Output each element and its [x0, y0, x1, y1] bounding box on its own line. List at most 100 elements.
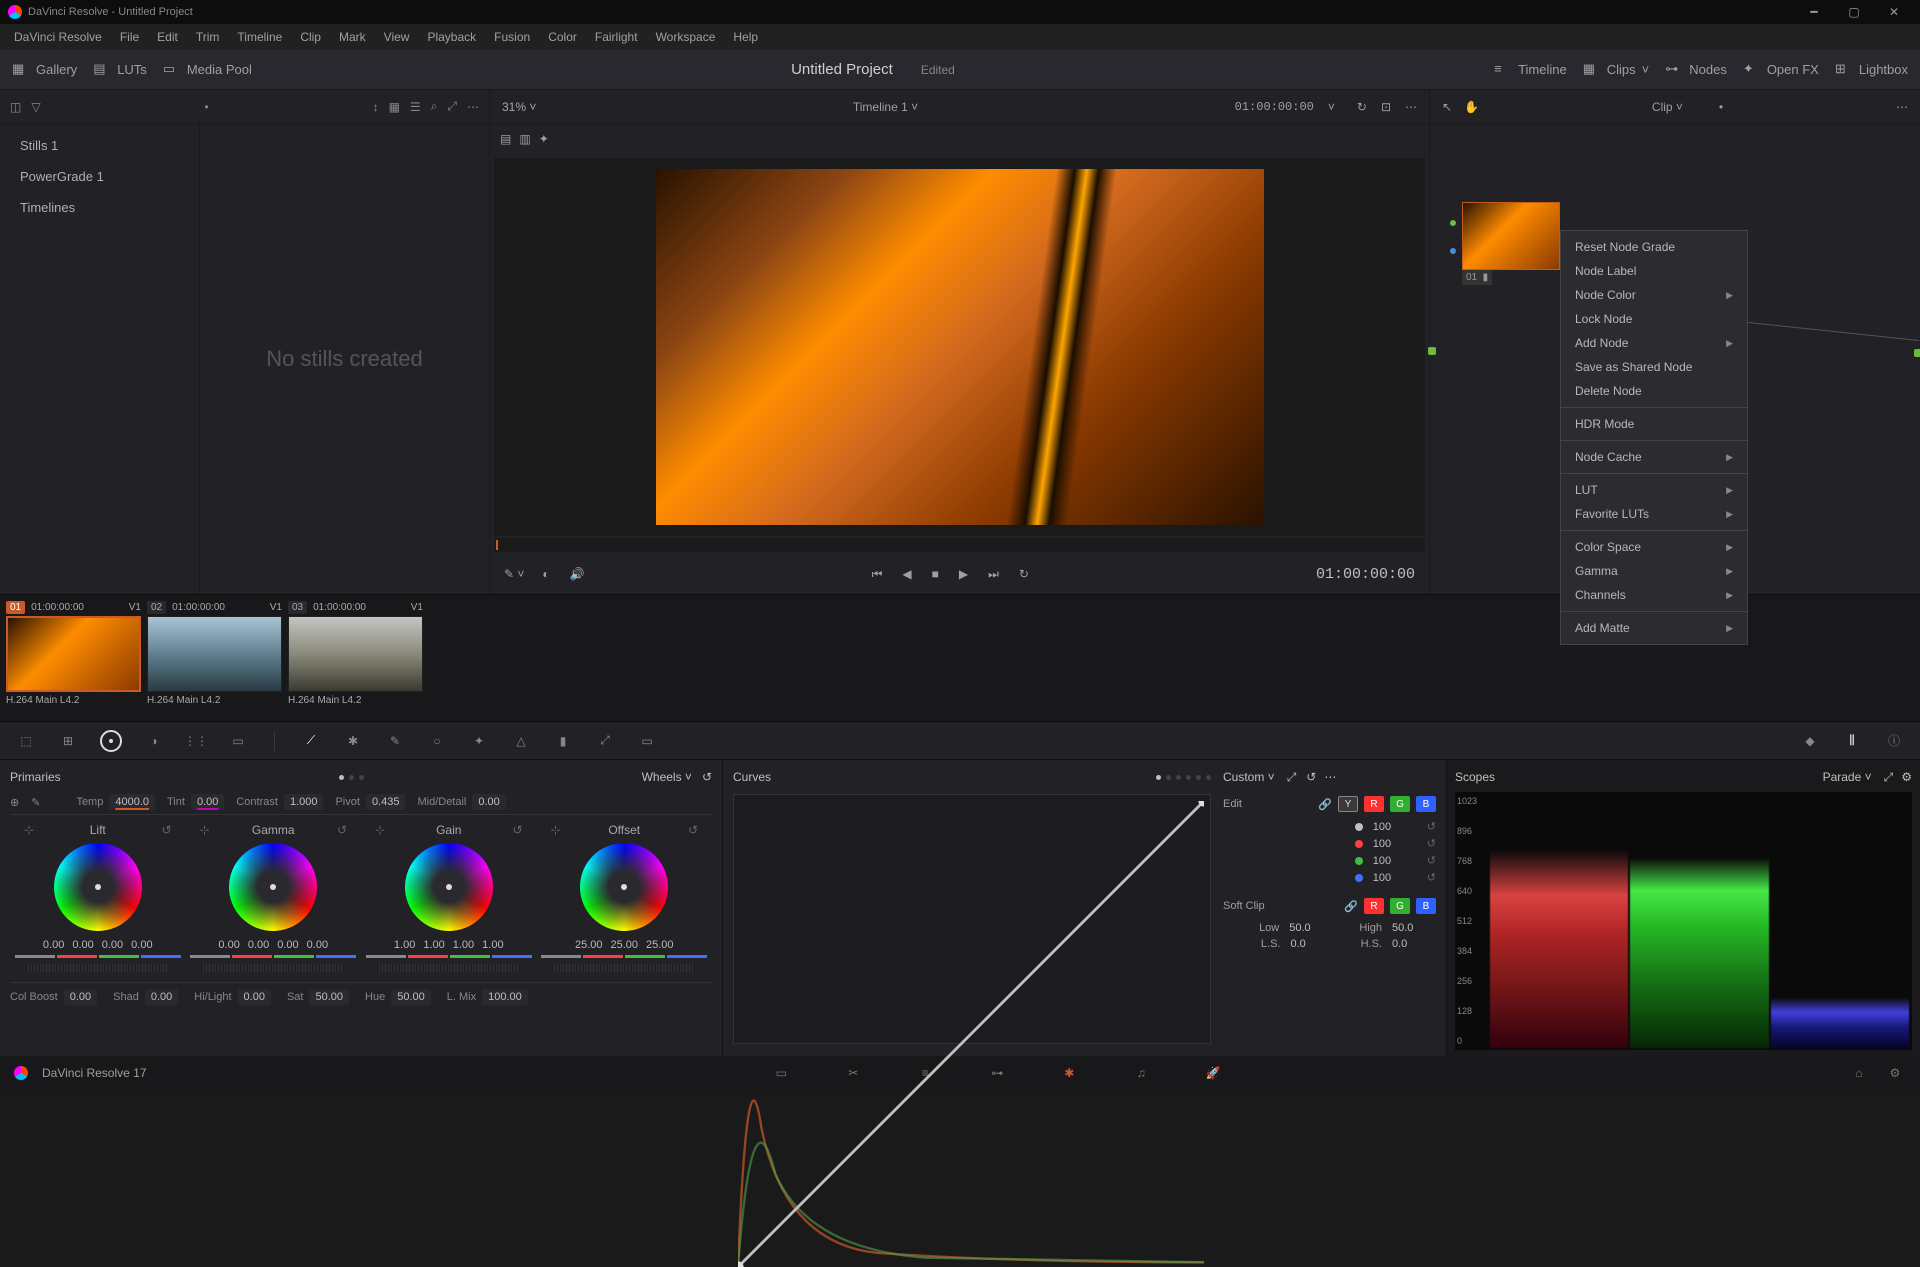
ctx-save-as-shared-node[interactable]: Save as Shared Node	[1561, 355, 1747, 379]
lmix-value[interactable]: 100.00	[482, 989, 528, 1005]
lift-picker-icon[interactable]: ⊹	[24, 823, 34, 837]
curves-more-icon[interactable]: ⋯	[1324, 770, 1336, 784]
stills-album[interactable]: Stills 1	[0, 130, 199, 161]
node-input-green[interactable]	[1450, 220, 1456, 226]
softclip-g[interactable]: G	[1390, 898, 1410, 914]
openfx-toggle[interactable]: ✦Open FX	[1743, 61, 1819, 79]
project-settings-icon[interactable]: ⚙	[1884, 1062, 1906, 1084]
node-output-dot[interactable]	[1914, 349, 1920, 357]
lift-reset-icon[interactable]: ↺	[161, 823, 171, 837]
temp-value[interactable]: 4000.0	[109, 794, 155, 810]
gain-master-slider[interactable]	[379, 964, 519, 972]
expand-icon[interactable]: ⤢	[447, 99, 457, 114]
node-graph-canvas[interactable]: 01 ▮ Reset Node GradeNode LabelNode Colo…	[1430, 124, 1920, 594]
menu-color[interactable]: Color	[540, 26, 585, 48]
ctx-node-color[interactable]: Node Color▶	[1561, 283, 1747, 307]
softclip-link-icon[interactable]: 🔗	[1344, 900, 1358, 913]
menu-timeline[interactable]: Timeline	[229, 26, 290, 48]
info-icon[interactable]: ⓘ	[1884, 731, 1904, 751]
softclip-r[interactable]: R	[1364, 898, 1384, 914]
scopes-settings-icon[interactable]: ⚙	[1901, 770, 1912, 784]
stop-icon[interactable]: ■	[932, 567, 939, 582]
ctx-node-label[interactable]: Node Label	[1561, 259, 1747, 283]
hdr-wheels-icon[interactable]: ◑	[144, 731, 164, 751]
softclip-b[interactable]: B	[1416, 898, 1436, 914]
lift-master-slider[interactable]	[28, 964, 168, 972]
viewer-zoom[interactable]: 31% ˅	[502, 100, 536, 114]
ctx-lut[interactable]: LUT▶	[1561, 478, 1747, 502]
sizing-icon[interactable]: ▭	[637, 731, 657, 751]
gallery-split-icon[interactable]: ◫	[10, 100, 21, 114]
ctx-node-cache[interactable]: Node Cache▶	[1561, 445, 1747, 469]
window-minimize[interactable]: ━	[1796, 0, 1832, 24]
curve-channel-y[interactable]: Y	[1338, 796, 1358, 812]
luts-toggle[interactable]: ▤LUTs	[93, 61, 147, 79]
more-icon[interactable]: ⋯	[467, 100, 479, 114]
viewer-canvas[interactable]	[494, 158, 1425, 536]
unmix-icon[interactable]: ◐	[542, 567, 549, 581]
ctx-add-matte[interactable]: Add Matte▶	[1561, 616, 1747, 640]
highlight-icon[interactable]: ⊡	[1381, 100, 1391, 114]
loop-icon[interactable]: ↻	[1019, 567, 1029, 582]
node-source-dot[interactable]	[1428, 347, 1436, 355]
softclip-low[interactable]: 50.0	[1289, 922, 1333, 934]
gain-picker-icon[interactable]: ⊹	[375, 823, 385, 837]
window-icon[interactable]: ○	[427, 731, 447, 751]
gamma-master-slider[interactable]	[203, 964, 343, 972]
color-wheels-icon[interactable]	[100, 730, 122, 752]
hilight-value[interactable]: 0.00	[238, 989, 271, 1005]
key-icon[interactable]: ⤢	[595, 731, 615, 751]
pivot-value[interactable]: 0.435	[366, 794, 406, 810]
softclip-ls[interactable]: 0.0	[1290, 938, 1334, 950]
node-more-icon[interactable]: ⋯	[1896, 100, 1908, 114]
clip-01[interactable]: 0101:00:00:00V1 H.264 Main L4.2	[6, 601, 141, 715]
list-view-icon[interactable]: ☰	[410, 100, 421, 114]
ctx-hdr-mode[interactable]: HDR Mode	[1561, 412, 1747, 436]
lift-color-wheel[interactable]	[54, 843, 142, 931]
ctx-color-space[interactable]: Color Space▶	[1561, 535, 1747, 559]
grid-view-icon[interactable]: ▦	[389, 100, 400, 114]
offset-picker-icon[interactable]: ⊹	[551, 823, 561, 837]
motion-effects-icon[interactable]: ▭	[228, 731, 248, 751]
gain-color-wheel[interactable]	[405, 843, 493, 931]
menu-help[interactable]: Help	[725, 26, 766, 48]
offset-color-wheel[interactable]	[580, 843, 668, 931]
home-icon[interactable]: ⌂	[1848, 1062, 1870, 1084]
contrast-value[interactable]: 1.000	[284, 794, 324, 810]
magic-mask-icon[interactable]: △	[511, 731, 531, 751]
prev-clip-icon[interactable]: ⏮	[872, 567, 883, 582]
offset-reset-icon[interactable]: ↺	[688, 823, 698, 837]
curve-channel-g[interactable]: G	[1390, 796, 1410, 812]
menu-file[interactable]: File	[112, 26, 147, 48]
magic-icon[interactable]: ✦	[539, 132, 549, 146]
menu-clip[interactable]: Clip	[292, 26, 329, 48]
curve-channel-b[interactable]: B	[1416, 796, 1436, 812]
menu-trim[interactable]: Trim	[188, 26, 228, 48]
node-clip-selector[interactable]: Clip ˅	[1652, 100, 1683, 114]
primaries-reset-icon[interactable]: ↺	[702, 770, 712, 784]
search-icon[interactable]: ⌕	[431, 99, 438, 114]
mute-icon[interactable]: 🔊	[570, 567, 585, 581]
timeline-name[interactable]: Timeline 1 ˅	[853, 100, 918, 114]
curve-graph[interactable]	[733, 794, 1211, 1044]
step-back-icon[interactable]: ◀	[902, 567, 911, 582]
split-screen-icon[interactable]: ▥	[519, 132, 530, 146]
ctx-channels[interactable]: Channels▶	[1561, 583, 1747, 607]
scopes-icon[interactable]: ⫼	[1842, 731, 1862, 751]
menu-workspace[interactable]: Workspace	[648, 26, 724, 48]
curves-icon[interactable]: ⟋	[301, 731, 321, 751]
clips-toggle[interactable]: ▦Clips ˅	[1583, 61, 1650, 79]
sort-icon[interactable]: ↕	[373, 100, 379, 114]
rgb-mixer-icon[interactable]: ⋮⋮	[186, 731, 206, 751]
picker-icon[interactable]: ✎ ˅	[504, 567, 524, 581]
viewer-more-icon[interactable]: ⋯	[1405, 100, 1417, 114]
color-warper-icon[interactable]: ✱	[343, 731, 363, 751]
ctx-delete-node[interactable]: Delete Node	[1561, 379, 1747, 403]
nodes-toggle[interactable]: ⊶Nodes	[1665, 61, 1727, 79]
gamma-reset-icon[interactable]: ↺	[337, 823, 347, 837]
softclip-high[interactable]: 50.0	[1392, 922, 1436, 934]
scopes-expand-icon[interactable]: ⤢	[1884, 770, 1894, 785]
menu-fairlight[interactable]: Fairlight	[587, 26, 646, 48]
curves-mode[interactable]: Custom ˅	[1223, 770, 1275, 784]
gamma-color-wheel[interactable]	[229, 843, 317, 931]
